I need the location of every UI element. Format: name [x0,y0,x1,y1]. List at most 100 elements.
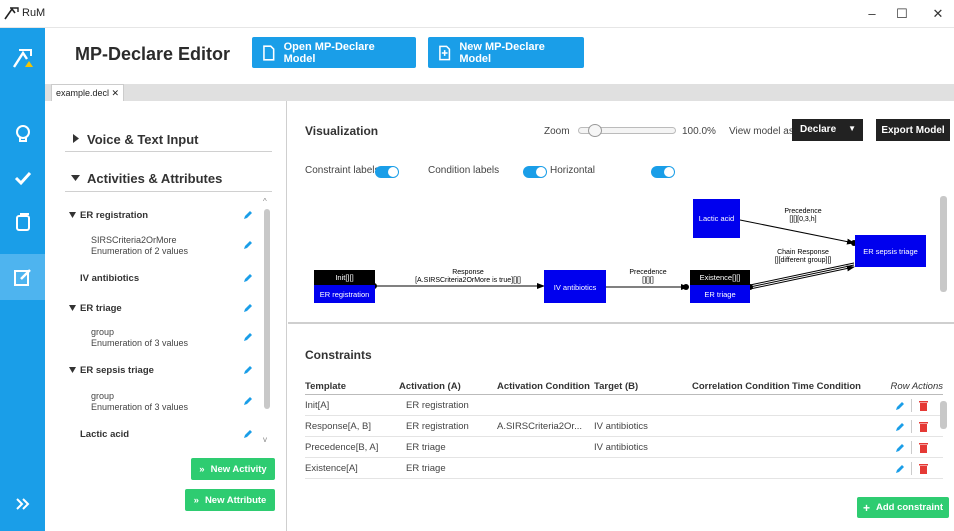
view-as-dropdown[interactable]: Declare ▼ [792,119,863,141]
app-logo-icon [4,7,19,20]
open-model-label: Open MP-Declare Model [283,40,375,65]
export-model-button[interactable]: Export Model [876,119,950,141]
activity-item[interactable]: IV antibiotics [80,273,139,284]
column-header: Correlation Condition [692,380,790,392]
title-bar: RuM – ☐ ✕ [0,0,954,28]
table-scrollbar[interactable] [940,401,947,429]
maximize-button[interactable]: ☐ [886,0,918,28]
precedence-label: Precedence[][][] [618,269,678,285]
delete-trash-icon[interactable] [919,464,928,474]
close-window-button[interactable]: ✕ [922,0,954,28]
attribute-name: SIRSCriteria2OrMore [91,235,177,245]
chain-response-label: Chain Response [][different group][] [758,249,848,265]
collapse-arrow-icon[interactable] [71,174,80,182]
constraint-labels-toggle[interactable] [375,166,399,178]
lactic-acid-node[interactable]: Lactic acid [693,199,740,238]
open-model-button[interactable]: Open MP-Declare Model [252,37,416,68]
edit-pencil-icon[interactable] [895,443,905,453]
edit-pencil-icon[interactable] [895,401,905,411]
edge-label-line: Precedence [784,208,822,215]
column-header: Row Actions [890,380,943,392]
table-cell: Precedence[B, A] [305,441,379,453]
activity-item[interactable]: ER registration [80,210,148,221]
sidebar-item-logs[interactable] [0,200,45,244]
er-triage-node[interactable]: ER triage [690,285,750,303]
checkmark-icon [14,171,31,186]
new-activity-button[interactable]: » New Activity [191,458,275,480]
tab-example-decl[interactable]: example.decl ✕ [51,84,125,101]
delete-trash-icon[interactable] [919,401,928,411]
expand-arrow-icon[interactable] [72,134,80,143]
condition-labels-label: Condition labels [428,165,500,176]
attribute-name: group [91,327,115,337]
table-row[interactable]: Init[A] ER registration [305,395,943,416]
table-cell: Init[A] [305,399,330,411]
edit-pencil-icon[interactable] [895,464,905,474]
table-row[interactable]: Response[A, B] ER registration A.SIRSCrite… [305,416,943,437]
edit-pencil-icon[interactable] [243,303,253,313]
edge-dot [683,284,689,290]
activities-panel: Voice & Text Input Activities & Attribut… [45,101,287,531]
table-cell: ER triage [406,441,446,453]
nav-sidebar [0,28,45,531]
page-title: MP-Declare Editor [75,44,231,64]
new-model-button[interactable]: New MP-Declare Model [428,37,584,68]
column-header: Activation (A) [399,380,461,392]
diagram-scrollbar[interactable] [940,196,947,292]
er-sepsis-triage-node[interactable]: ER sepsis triage [855,235,926,267]
scroll-down-icon[interactable]: v [263,435,267,444]
zoom-label: Zoom [544,126,570,137]
init-constraint-box[interactable]: Init[][] [314,270,375,285]
er-registration-node[interactable]: ER registration [314,285,375,303]
column-header: Activation Condition [497,380,590,392]
voice-text-section-header[interactable]: Voice & Text Input [87,132,198,147]
collapse-arrow-icon[interactable] [69,367,76,373]
add-constraint-button[interactable]: + Add constraint [857,497,949,518]
edge-label-line: [][][0,3,h] [789,216,817,223]
scroll-up-icon[interactable]: ^ [263,197,267,206]
table-row[interactable]: Existence[A] ER triage [305,458,943,479]
rum-logo-icon [12,49,33,68]
edit-pencil-icon[interactable] [243,273,253,283]
edit-pencil-icon[interactable] [243,396,253,406]
edit-pencil-icon[interactable] [243,210,253,220]
activity-list: ER registration SIRSCriteria2OrMore Enum… [65,201,265,443]
collapse-arrow-icon[interactable] [69,212,76,218]
sidebar-item-conformance[interactable] [0,156,45,200]
table-cell: IV antibiotics [594,420,648,432]
iv-antibiotics-node[interactable]: IV antibiotics [544,270,606,303]
activity-item[interactable]: ER sepsis triage [80,365,154,376]
new-model-label: New MP-Declare Model [459,40,545,65]
activity-item[interactable]: Lactic acid [80,429,129,440]
condition-labels-toggle[interactable] [523,166,548,178]
minimize-button[interactable]: – [856,0,888,28]
copy-icon [15,213,30,231]
table-cell: ER registration [406,399,469,411]
edit-pencil-icon[interactable] [243,365,253,375]
edit-pencil-icon[interactable] [243,429,253,439]
sidebar-item-editor[interactable] [0,254,45,300]
view-as-label: View model as: [729,126,797,137]
activity-item[interactable]: ER triage [80,303,122,314]
edit-pencil-icon[interactable] [243,240,253,250]
list-scrollbar[interactable] [264,209,270,409]
table-header-row: Template Activation (A) Activation Condi… [305,379,943,394]
table-row[interactable]: Precedence[B, A] ER triage IV antibiotics [305,437,943,458]
zoom-slider[interactable] [578,124,676,137]
sidebar-item-discovery[interactable] [0,112,45,156]
collapse-arrow-icon[interactable] [69,305,76,311]
delete-trash-icon[interactable] [919,443,928,453]
edit-pencil-icon[interactable] [243,332,253,342]
delete-trash-icon[interactable] [919,422,928,432]
main-content: Visualization Zoom 100.0% View model as:… [288,101,954,531]
zoom-slider-thumb[interactable] [587,124,602,137]
panel-splitter[interactable] [288,322,954,324]
edge-label-line: [][][] [642,277,654,284]
new-attribute-button[interactable]: » New Attribute [185,489,275,511]
activities-section-header[interactable]: Activities & Attributes [87,171,222,186]
horizontal-toggle[interactable] [650,166,675,178]
sidebar-expand-button[interactable] [0,482,45,526]
edit-pencil-icon[interactable] [895,422,905,432]
precedence-label-2: Precedence [][][0,3,h] [768,208,838,224]
existence-constraint-box[interactable]: Existence[][] [690,270,750,285]
